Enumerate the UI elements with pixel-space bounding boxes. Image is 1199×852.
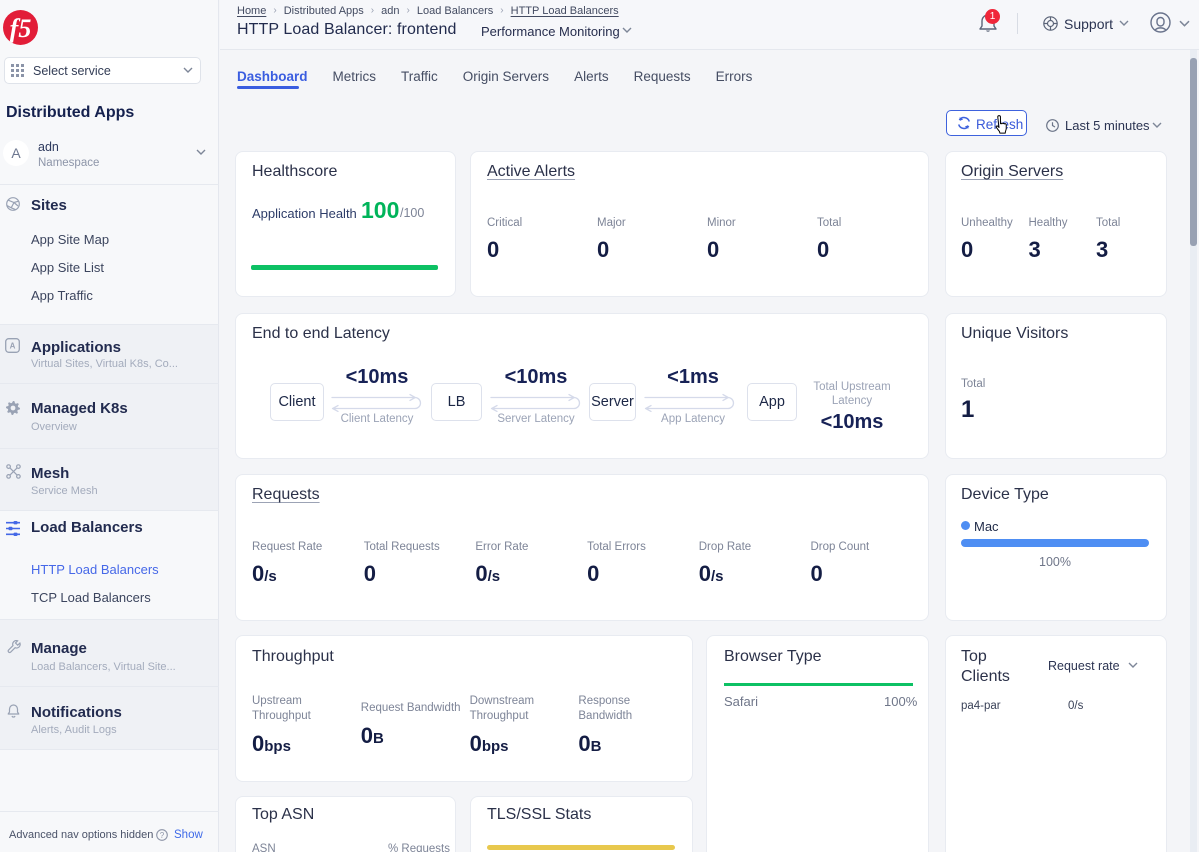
svg-text:f5: f5 [10, 14, 32, 43]
svg-text:?: ? [160, 831, 165, 840]
svg-text:A: A [10, 342, 16, 351]
